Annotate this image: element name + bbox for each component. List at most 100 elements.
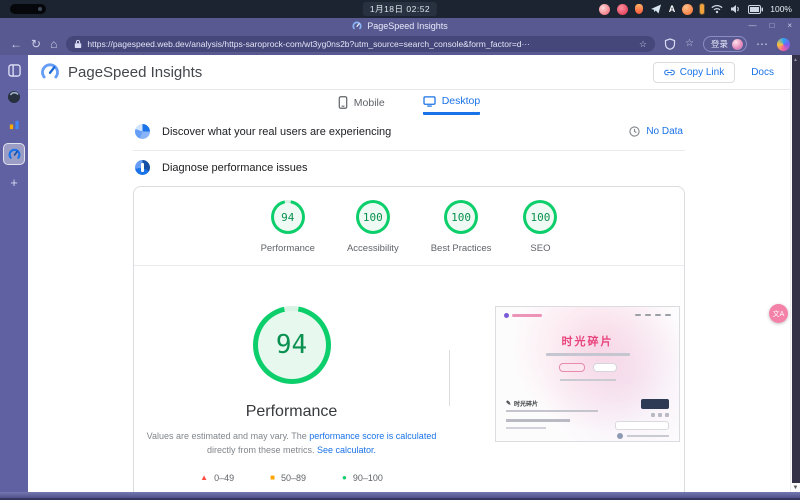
tray-letter-a-icon[interactable]: A (669, 4, 676, 14)
clock-icon (629, 126, 640, 137)
extension-star-icon[interactable]: ☆ (685, 39, 694, 49)
url-text[interactable]: https://pagespeed.web.dev/analysis/https… (87, 39, 634, 49)
score-calc-link[interactable]: performance score is calculated (309, 431, 436, 441)
translate-fab[interactable]: 文A (769, 304, 788, 323)
preview-subtitle-bar (546, 353, 630, 356)
analytics-tab-icon[interactable] (6, 116, 22, 132)
performance-gauge[interactable]: 94 (253, 306, 331, 384)
scroll-up-icon[interactable]: ▲ (791, 57, 800, 63)
legend-average-range: 50–89 (281, 473, 306, 483)
no-data-link[interactable]: No Data (646, 126, 683, 137)
app-header: PageSpeed Insights Copy Link Docs (28, 55, 790, 90)
gauge-column: 94 Performance Values are estimated and … (134, 306, 449, 483)
preview-avatar (617, 433, 623, 439)
see-calculator-link[interactable]: See calculator. (317, 445, 376, 455)
legend-average-icon: ■ (270, 473, 275, 482)
preview-list-bar (506, 419, 570, 422)
telegram-icon[interactable] (650, 3, 662, 15)
score-legend: ▲0–49 ■50–89 ●90–100 (200, 473, 383, 483)
notch-pill (10, 4, 46, 14)
score-best-practices[interactable]: 100 Best Practices (431, 200, 492, 254)
report-column: Mobile Desktop Discover what your real u… (133, 90, 685, 492)
tab-list-icon[interactable] (6, 62, 22, 78)
scroll-down-icon[interactable]: ▼ (791, 485, 800, 491)
browser-titlebar: PageSpeed Insights — □ × (0, 18, 800, 33)
screen: 1月18日 02:52 A 100% (0, 0, 800, 500)
system-tray: A 100% (599, 3, 800, 15)
battery-percent: 100% (770, 4, 792, 14)
browser-toolbar: ← ↻ ⌂ https://pagespeed.web.dev/analysis… (0, 33, 800, 55)
preview-avatar-bar (627, 435, 669, 437)
tab-mobile[interactable]: Mobile (338, 95, 385, 115)
link-icon (664, 67, 675, 78)
tray-app-icon-2[interactable] (617, 4, 628, 15)
lighthouse-icon (135, 160, 150, 175)
window-title: PageSpeed Insights (367, 21, 448, 31)
url-bar[interactable]: https://pagespeed.web.dev/analysis/https… (66, 36, 655, 52)
preview-search-box (615, 421, 669, 430)
home-button[interactable]: ⌂ (50, 38, 57, 50)
wifi-icon[interactable] (711, 4, 723, 14)
crux-title: Discover what your real users are experi… (162, 126, 391, 138)
copilot-icon[interactable] (777, 38, 790, 51)
window-bottom-edge (0, 492, 800, 500)
tray-app-icon-1[interactable] (599, 4, 610, 15)
score-value: 100 (526, 203, 554, 231)
preview-section-heading: ✎ 时光碎片 (506, 399, 538, 408)
preview-site-nav (635, 314, 671, 316)
bookmark-star-icon[interactable]: ☆ (639, 39, 647, 50)
scrollbar-thumb[interactable] (792, 55, 800, 483)
signin-pill[interactable]: 登录 (703, 36, 747, 52)
reload-button[interactable]: ↻ (31, 38, 41, 50)
device-tabs: Mobile Desktop (133, 90, 685, 115)
overflow-menu-icon[interactable]: ⋯ (756, 38, 768, 50)
crux-section-row: Discover what your real users are experi… (133, 115, 685, 150)
score-performance[interactable]: 94 Performance (261, 200, 315, 254)
minimize-button[interactable]: — (748, 21, 756, 30)
score-label: SEO (530, 243, 550, 254)
page-title: PageSpeed Insights (68, 64, 202, 81)
desc-text: Values are estimated and may vary. The (147, 431, 310, 441)
preview-text-bar (560, 379, 616, 381)
input-method-icon[interactable] (700, 4, 704, 14)
tray-flame-icon[interactable] (635, 4, 643, 14)
browser-tab-icon[interactable] (6, 89, 22, 105)
copy-link-label: Copy Link (680, 67, 724, 78)
tracking-shield-icon[interactable] (664, 38, 676, 50)
tray-orange-icon[interactable] (682, 4, 693, 15)
volume-icon[interactable] (730, 4, 741, 14)
score-seo[interactable]: 100 SEO (523, 200, 557, 254)
copy-link-button[interactable]: Copy Link (653, 62, 735, 83)
tab-desktop[interactable]: Desktop (423, 95, 481, 115)
preview-section-title: 时光碎片 (514, 399, 538, 408)
score-label: Accessibility (347, 243, 399, 254)
desc-text: directly from these metrics. (207, 445, 317, 455)
legend-fail-range: 0–49 (214, 473, 234, 483)
signin-label: 登录 (711, 38, 728, 50)
no-data-group[interactable]: No Data (629, 126, 683, 137)
legend-good-range: 90–100 (353, 473, 383, 483)
new-tab-button[interactable]: + (10, 176, 18, 189)
legend-fail-icon: ▲ (200, 473, 208, 482)
pagespeed-tab-selected[interactable] (3, 143, 25, 165)
performance-detail: 94 Performance Values are estimated and … (134, 266, 684, 483)
pencil-icon: ✎ (506, 400, 511, 407)
back-button[interactable]: ← (10, 38, 22, 50)
preview-site-logo (504, 313, 542, 318)
maximize-button[interactable]: □ (769, 21, 774, 30)
score-accessibility[interactable]: 100 Accessibility (347, 200, 399, 254)
lab-section-row: Diagnose performance issues (133, 151, 685, 186)
battery-icon (748, 5, 763, 14)
page-scrollbar[interactable]: ▲ ▼ (790, 55, 800, 492)
gauge-description: Values are estimated and may vary. The p… (141, 430, 443, 458)
site-screenshot-thumbnail[interactable]: 时光碎片 ✎ 时光碎片 (495, 306, 680, 442)
close-button[interactable]: × (787, 21, 792, 30)
pagespeed-favicon (352, 21, 362, 31)
category-scores: 94 Performance 100 Accessibility 100 Bes… (134, 187, 684, 266)
gauge-label: Performance (246, 403, 338, 421)
screenshot-column: 时光碎片 ✎ 时光碎片 (450, 306, 684, 483)
score-label: Performance (261, 243, 315, 254)
preview-icon-row (651, 413, 669, 417)
tab-desktop-label: Desktop (442, 95, 481, 107)
docs-link[interactable]: Docs (751, 67, 774, 78)
